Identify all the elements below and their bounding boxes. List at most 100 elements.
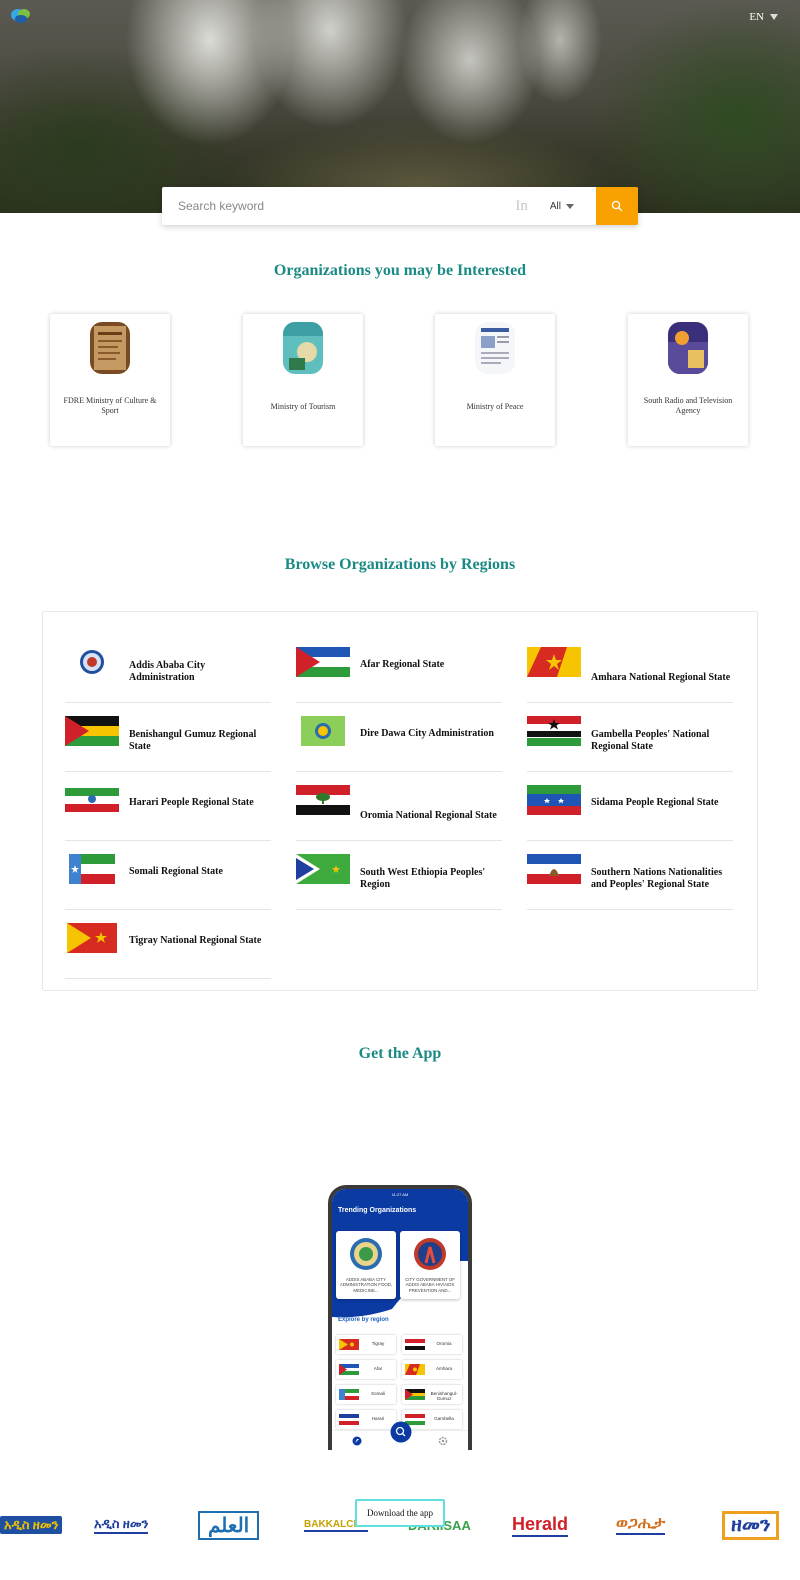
afar-flag-icon bbox=[339, 1364, 359, 1375]
amhara-flag-icon bbox=[405, 1364, 425, 1375]
tigray-flag-icon bbox=[67, 923, 117, 953]
oromia-flag-icon bbox=[296, 785, 350, 815]
amhara-flag-icon bbox=[527, 647, 581, 677]
phone-region-item: Amhara bbox=[402, 1360, 462, 1379]
download-app-button[interactable]: Download the app bbox=[355, 1499, 445, 1527]
language-label: EN bbox=[749, 11, 764, 23]
phone-card-text: CITY GOVERNMENT OF ADDIS ABABA HIV/AIDS … bbox=[405, 1277, 455, 1293]
dire-dawa-flag-icon bbox=[301, 716, 345, 746]
somali-flag-icon bbox=[69, 854, 115, 884]
org-thumbnail bbox=[90, 322, 130, 374]
org-card[interactable]: Ministry of Peace bbox=[435, 314, 555, 446]
region-item-amhara[interactable]: Amhara National Regional State bbox=[527, 634, 733, 703]
region-name: Amhara National Regional State bbox=[591, 672, 731, 683]
media-logo-alalem[interactable]: العلم bbox=[198, 1505, 286, 1545]
org-card-name: Ministry of Peace bbox=[466, 402, 524, 411]
phone-region-item: Harari bbox=[336, 1410, 396, 1429]
afar-flag-icon bbox=[296, 647, 350, 677]
phone-region-item: Benishangul-Gumuz bbox=[402, 1385, 462, 1404]
org-card[interactable]: FDRE Ministry of Culture & Sport bbox=[50, 314, 170, 446]
region-item-afar[interactable]: Afar Regional State bbox=[296, 634, 502, 703]
phone-explore-title: Explore by region bbox=[338, 1317, 389, 1323]
chevron-down-icon bbox=[566, 203, 574, 209]
interested-cards: FDRE Ministry of Culture & Sport Ministr… bbox=[50, 314, 750, 446]
tigray-flag-icon bbox=[339, 1339, 359, 1350]
org-thumbnail bbox=[668, 322, 708, 374]
region-item-harari[interactable]: Harari People Regional State bbox=[65, 772, 271, 841]
org-card[interactable]: South Radio and Television Agency bbox=[628, 314, 748, 446]
region-item-dire-dawa[interactable]: Dire Dawa City Administration bbox=[296, 703, 502, 772]
region-item-snnpr[interactable]: Southern Nations Nationalities and Peopl… bbox=[527, 841, 733, 910]
region-name: Southern Nations Nationalities and Peopl… bbox=[591, 867, 723, 890]
media-logo-zemen[interactable]: ዘመን bbox=[722, 1505, 800, 1545]
region-name: Somali Regional State bbox=[129, 866, 223, 877]
hiv-aids-seal-icon bbox=[414, 1238, 446, 1270]
region-name: Benishangul Gumuz Regional State bbox=[129, 729, 257, 752]
search-input[interactable] bbox=[162, 187, 516, 225]
somali-flag-icon bbox=[339, 1389, 359, 1400]
phone-status-time: 11:27 AM bbox=[391, 1192, 409, 1197]
south-west-flag-icon bbox=[296, 854, 350, 884]
media-logo-wegahta[interactable]: ወጋሒታ bbox=[616, 1505, 706, 1545]
phone-region-item: Afar bbox=[336, 1360, 396, 1379]
app-section-title: Get the App bbox=[358, 1045, 442, 1062]
search-icon bbox=[611, 200, 623, 212]
phone-region-label: Afar bbox=[373, 1366, 383, 1371]
harari-flag-icon bbox=[339, 1414, 359, 1425]
region-name: South West Ethiopia Peoples' Region bbox=[360, 867, 486, 890]
region-item-oromia[interactable]: Oromia National Regional State bbox=[296, 772, 502, 841]
region-name: Harari People Regional State bbox=[129, 797, 254, 808]
region-item-gambella[interactable]: Gambella Peoples' National Regional Stat… bbox=[527, 703, 733, 772]
org-thumbnail bbox=[475, 322, 515, 374]
region-item-south-west[interactable]: South West Ethiopia Peoples' Region bbox=[296, 841, 502, 910]
language-selector[interactable]: EN bbox=[749, 11, 778, 23]
phone-trending-card: CITY GOVERNMENT OF ADDIS ABABA HIV/AIDS … bbox=[400, 1231, 460, 1299]
region-name: Afar Regional State bbox=[360, 659, 445, 670]
search-scope-value: All bbox=[549, 200, 561, 212]
region-name: Sidama People Regional State bbox=[591, 797, 719, 808]
phone-region-item: Tigray bbox=[336, 1335, 396, 1354]
region-name: Tigray National Regional State bbox=[129, 935, 262, 946]
region-item-addis-ababa[interactable]: Addis Ababa City Administration bbox=[65, 634, 271, 703]
phone-trending-title: Trending Organizations bbox=[338, 1207, 417, 1214]
search-button[interactable] bbox=[596, 187, 638, 225]
phone-region-label: Somali bbox=[370, 1391, 386, 1396]
media-logo-text: Herald bbox=[512, 1514, 569, 1537]
interested-section-title: Organizations you may be Interested bbox=[273, 262, 527, 279]
phone-region-item: Somali bbox=[336, 1385, 396, 1404]
org-card-name: Ministry of Tourism bbox=[270, 402, 336, 411]
phone-region-label: Amhara bbox=[435, 1366, 453, 1371]
media-logo-text: አዲስ ዘመን bbox=[0, 1516, 63, 1534]
compass-icon bbox=[352, 1436, 362, 1446]
sidama-flag-icon bbox=[527, 785, 581, 815]
phone-card-text: ADDIS ABABA CITY ADMINISTRATION FOOD, ME… bbox=[339, 1277, 393, 1293]
hero-banner: EN bbox=[0, 0, 800, 213]
region-name: Oromia National Regional State bbox=[360, 810, 497, 821]
media-logo-addis-zemen-2[interactable]: አዲስ ዘመን bbox=[94, 1505, 180, 1545]
org-card-name: FDRE Ministry of Culture & Sport bbox=[63, 396, 157, 415]
region-name: Dire Dawa City Administration bbox=[360, 728, 494, 739]
phone-region-label: Gambella bbox=[434, 1416, 454, 1421]
search-scope-dropdown[interactable]: All bbox=[550, 201, 574, 212]
addis-ababa-seal-icon bbox=[350, 1238, 382, 1270]
regions-section-title: Browse Organizations by Regions bbox=[284, 556, 516, 573]
benishangul-flag-icon bbox=[405, 1389, 425, 1400]
phone-trending-card: ADDIS ABABA CITY ADMINISTRATION FOOD, ME… bbox=[336, 1231, 396, 1299]
snnpr-flag-icon bbox=[527, 854, 581, 884]
region-item-somali[interactable]: Somali Regional State bbox=[65, 841, 271, 910]
media-logo-herald[interactable]: Herald bbox=[512, 1505, 602, 1545]
oromia-flag-icon bbox=[405, 1339, 425, 1350]
addis-ababa-emblem-icon bbox=[80, 650, 104, 674]
phone-region-item: Oromia bbox=[402, 1335, 462, 1354]
region-item-benishangul-gumuz[interactable]: Benishangul Gumuz Regional State bbox=[65, 703, 271, 772]
media-logo-text: አዲስ ዘመን bbox=[94, 1516, 149, 1534]
phone-region-label: Tigray bbox=[371, 1341, 385, 1346]
region-name: Gambella Peoples' National Regional Stat… bbox=[591, 729, 710, 752]
region-item-sidama[interactable]: Sidama People Regional State bbox=[527, 772, 733, 841]
region-item-tigray[interactable]: Tigray National Regional State bbox=[65, 910, 271, 979]
media-logo-addis-zemen[interactable]: አዲስ ዘመን bbox=[0, 1505, 78, 1545]
site-logo[interactable] bbox=[10, 6, 32, 26]
chevron-down-icon bbox=[770, 14, 778, 20]
org-card[interactable]: Ministry of Tourism bbox=[243, 314, 363, 446]
phone-bottom-nav bbox=[332, 1421, 468, 1450]
